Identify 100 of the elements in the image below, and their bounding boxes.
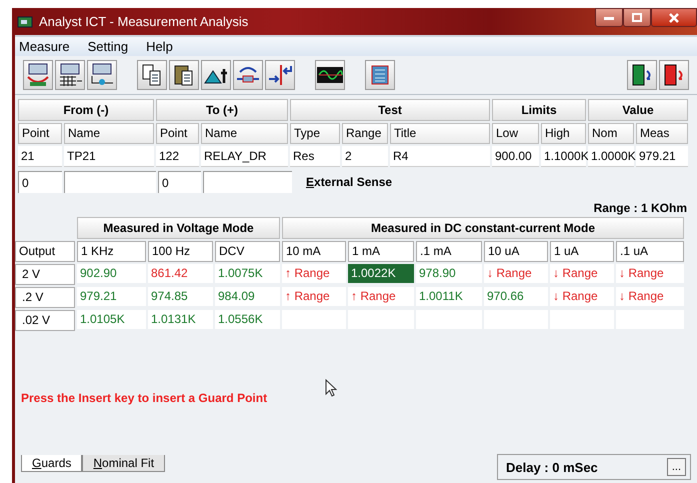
column-header: Name [201, 123, 288, 144]
toolbar-button[interactable] [87, 60, 117, 90]
menu-item[interactable]: Help [146, 39, 173, 54]
table-cell[interactable]: 902.90 [77, 264, 146, 283]
group-header: Limits [492, 99, 586, 121]
column-header: Point [18, 123, 62, 144]
table-cell[interactable]: ↓ Range [484, 264, 548, 283]
column-header: 1 uA [550, 241, 614, 262]
delay-label: Delay : 0 mSec [506, 460, 598, 474]
table-cell[interactable]: ↑ Range [282, 264, 346, 283]
table-cell: 1.1000K [541, 146, 586, 167]
column-header: 100 Hz [148, 241, 213, 262]
table-cell[interactable]: 974.85 [148, 287, 213, 306]
minimize-button[interactable] [595, 8, 623, 27]
input-field[interactable] [64, 171, 156, 193]
table-cell[interactable]: ↓ Range [550, 287, 614, 306]
toolbar-button[interactable] [627, 60, 657, 90]
tab[interactable]: Guards [21, 455, 82, 472]
table-cell[interactable]: ↓ Range [616, 264, 684, 283]
toolbar-button[interactable] [659, 60, 689, 90]
range-label: Range : 1 KOhm [594, 201, 687, 215]
counter-node-icon [89, 63, 115, 87]
column-header: Title [390, 123, 490, 144]
toolbar-button[interactable] [23, 60, 53, 90]
group-header: Measured in DC constant-current Mode [282, 217, 684, 239]
table-cell[interactable]: ↓ Range [616, 287, 684, 306]
table-cell: TP21 [64, 146, 154, 167]
column-header: Output [15, 241, 75, 262]
toolbar-button[interactable] [233, 60, 263, 90]
waveform-icon [316, 65, 344, 85]
counter-grid-icon [57, 63, 83, 87]
table-cell[interactable]: 1.0131K [148, 310, 213, 329]
chip-icon [369, 64, 391, 86]
close-button[interactable] [651, 8, 697, 27]
group-header: Value [588, 99, 688, 121]
column-header: Point [156, 123, 199, 144]
column-header: 1 mA [348, 241, 414, 262]
group-header: From (-) [18, 99, 154, 121]
table-cell[interactable]: 979.21 [77, 287, 146, 306]
column-header: Nom [588, 123, 634, 144]
table-cell: Res [290, 146, 340, 167]
row-header: .2 V [15, 287, 75, 308]
table-cell[interactable]: ↑ Range [282, 287, 346, 306]
table-cell[interactable]: ↑ Range [348, 287, 414, 306]
column-header: .1 mA [416, 241, 482, 262]
toolbar-button[interactable] [55, 60, 85, 90]
table-cell[interactable]: 1.0022K [348, 264, 414, 283]
input-field[interactable] [203, 171, 292, 193]
table-cell[interactable]: ↓ Range [550, 264, 614, 283]
tab[interactable]: Nominal Fit [82, 455, 166, 472]
browse-button[interactable]: ... [666, 458, 686, 476]
checkbox-label[interactable]: External Sense [306, 175, 392, 189]
row-header: .02 V [15, 310, 75, 331]
column-header: .1 uA [616, 241, 684, 262]
counter-board-icon [25, 63, 51, 87]
close-icon [669, 12, 679, 22]
table-cell: RELAY_DR [201, 146, 288, 167]
table-cell[interactable]: 978.90 [416, 264, 482, 283]
table-cell[interactable]: 1.0011K [416, 287, 482, 306]
column-header: 10 uA [484, 241, 548, 262]
group-header: Measured in Voltage Mode [77, 217, 280, 239]
table-cell: 2 [342, 146, 388, 167]
maximize-icon [632, 13, 642, 22]
group-header: Test [290, 99, 490, 121]
toolbar-button[interactable] [137, 60, 167, 90]
menu-item[interactable]: Measure [19, 39, 70, 54]
maximize-button[interactable] [623, 8, 651, 27]
table-cell: 900.00 [492, 146, 539, 167]
table-cell[interactable]: 984.09 [215, 287, 280, 306]
arrows-to-line-icon [267, 63, 293, 87]
toolbar-button[interactable] [315, 60, 345, 90]
table-cell: 1.0000K [588, 146, 634, 167]
app-icon [17, 14, 33, 28]
column-header: Meas [636, 123, 688, 144]
table-cell[interactable]: 1.0556K [215, 310, 280, 329]
table-cell[interactable]: 970.66 [484, 287, 548, 306]
cursor-icon [325, 379, 337, 397]
column-header: DCV [215, 241, 280, 262]
toolbar-button[interactable] [169, 60, 199, 90]
row-header: 2 V [15, 264, 75, 285]
toolbar-button[interactable] [265, 60, 295, 90]
toolbar-button[interactable] [201, 60, 231, 90]
group-header: To (+) [156, 99, 288, 121]
column-header: Range [342, 123, 388, 144]
table-cell: 21 [18, 146, 62, 167]
column-header: 1 KHz [77, 241, 146, 262]
input-field[interactable]: 0 [18, 171, 62, 193]
table-cell[interactable]: 1.0105K [77, 310, 146, 329]
input-field[interactable]: 0 [158, 171, 201, 193]
table-cell[interactable]: 861.42 [148, 264, 213, 283]
column-header: 10 mA [282, 241, 346, 262]
column-header: Low [492, 123, 539, 144]
menu-item[interactable]: Setting [88, 39, 128, 54]
table-cell: R4 [390, 146, 490, 167]
window-title: Analyst ICT - Measurement Analysis [39, 14, 248, 29]
hint-message: Press the Insert key to insert a Guard Point [21, 391, 268, 405]
column-header: Name [64, 123, 154, 144]
table-cell[interactable]: 1.0075K [215, 264, 280, 283]
column-header: High [541, 123, 586, 144]
column-header: Type [290, 123, 340, 144]
